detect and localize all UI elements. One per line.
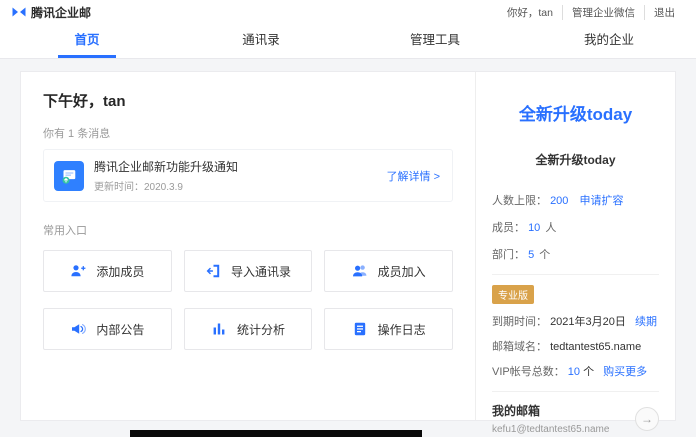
stat-value: 5: [528, 249, 534, 261]
exmail-logo-icon: [12, 6, 26, 18]
notice-updated: 更新时间：2020.3.9: [94, 178, 238, 193]
mailbox-text-block: 我的邮箱 kefu1@tedtantest65.name: [492, 402, 629, 435]
plan-value: 10: [568, 366, 580, 378]
plan-badge: 专业版: [492, 285, 534, 304]
shortcut-import-contacts[interactable]: 导入通讯录: [184, 250, 313, 292]
stat-value: 10: [528, 222, 540, 234]
divider: [492, 274, 659, 275]
tab-my-company[interactable]: 我的企业: [522, 24, 696, 58]
notice-title: 腾讯企业邮新功能升级通知: [94, 158, 238, 175]
right-arrow-icon: →: [641, 412, 653, 426]
stat-suffix: 个: [539, 249, 550, 261]
buy-more-link[interactable]: 购买更多: [603, 366, 647, 378]
plan-value: 2021年3月20日: [550, 316, 626, 328]
topbar-links: 你好，tan 管理企业微信 退出: [498, 5, 684, 20]
stat-suffix: 人: [545, 222, 556, 234]
plan-label: VIP帐号总数：: [492, 366, 565, 378]
import-contacts-icon: [205, 263, 221, 279]
tab-home[interactable]: 首页: [0, 24, 174, 58]
member-join-icon: [352, 263, 368, 279]
tab-admin-tools[interactable]: 管理工具: [348, 24, 522, 58]
notice-details-link[interactable]: 了解详情 >: [387, 168, 440, 184]
plan-vip-count: VIP帐号总数： 10 个 购买更多: [492, 363, 659, 379]
shortcut-label: 成员加入: [378, 263, 426, 280]
upgrade-notice-row: 腾讯企业邮新功能升级通知 更新时间：2020.3.9 了解详情 >: [43, 149, 453, 202]
tab-contacts[interactable]: 通讯录: [174, 24, 348, 58]
stat-value: 200: [550, 195, 568, 207]
shortcut-grid: 添加成员 导入通讯录: [43, 250, 453, 350]
main-nav: 首页 通讯录 管理工具 我的企业: [0, 24, 696, 59]
plan-domain: 邮箱域名： tedtantest65.name: [492, 338, 659, 354]
upgrade-notice-icon: [54, 161, 84, 191]
shortcut-label: 操作日志: [378, 321, 426, 338]
announcement-icon: [70, 321, 86, 337]
operation-log-icon: [352, 321, 368, 337]
shortcut-label: 添加成员: [96, 263, 144, 280]
stat-label: 部门：: [492, 249, 525, 261]
add-member-icon: [70, 263, 86, 279]
right-sidebar: 全新升级today 全新升级today 人数上限： 200 申请扩容 成员： 1…: [475, 72, 675, 420]
shortcut-announcement[interactable]: 内部公告: [43, 308, 172, 350]
content-area: 下午好，tan 你有 1 条消息 腾讯企业邮新功能升级通知 更新时间：2020.…: [0, 59, 696, 437]
app-logo[interactable]: 腾讯企业邮: [12, 4, 91, 21]
message-count-text: 你有 1 条消息: [43, 125, 453, 141]
go-to-mailbox-button[interactable]: →: [635, 407, 659, 431]
shortcut-statistics[interactable]: 统计分析: [184, 308, 313, 350]
shortcut-operation-log[interactable]: 操作日志: [324, 308, 453, 350]
expand-capacity-link[interactable]: 申请扩容: [579, 195, 623, 207]
logout-link[interactable]: 退出: [644, 5, 684, 20]
shortcut-member-join[interactable]: 成员加入: [324, 250, 453, 292]
stat-departments: 部门： 5 个: [492, 246, 659, 262]
renew-link[interactable]: 续期: [635, 316, 657, 328]
plan-label: 到期时间：: [492, 316, 547, 328]
taskbar-fragment: [130, 430, 422, 437]
plan-label: 邮箱域名：: [492, 341, 547, 353]
stat-member-limit: 人数上限： 200 申请扩容: [492, 192, 659, 208]
promo-subtitle: 全新升级today: [492, 151, 659, 168]
main-card: 下午好，tan 你有 1 条消息 腾讯企业邮新功能升级通知 更新时间：2020.…: [20, 71, 676, 421]
page-greeting: 下午好，tan: [43, 90, 453, 111]
stat-members: 成员： 10 人: [492, 219, 659, 235]
shortcuts-section-title: 常用入口: [43, 222, 453, 238]
mailbox-title: 我的邮箱: [492, 402, 629, 419]
plan-value: tedtantest65.name: [550, 341, 641, 353]
plan-expiry: 到期时间： 2021年3月20日 续期: [492, 313, 659, 329]
plan-suffix: 个: [583, 366, 594, 378]
manage-wechat-link[interactable]: 管理企业微信: [562, 5, 644, 20]
mailbox-email: kefu1@tedtantest65.name: [492, 424, 629, 435]
stat-label: 人数上限：: [492, 195, 547, 207]
divider: [492, 391, 659, 392]
my-mailbox-row: 我的邮箱 kefu1@tedtantest65.name →: [492, 402, 659, 435]
promo-title: 全新升级today: [492, 100, 659, 125]
user-greeting-link[interactable]: 你好，tan: [498, 5, 562, 20]
left-panel: 下午好，tan 你有 1 条消息 腾讯企业邮新功能升级通知 更新时间：2020.…: [21, 72, 475, 420]
shortcut-add-member[interactable]: 添加成员: [43, 250, 172, 292]
shortcut-label: 内部公告: [96, 321, 144, 338]
shortcut-label: 导入通讯录: [231, 263, 291, 280]
stat-label: 成员：: [492, 222, 525, 234]
topbar: 腾讯企业邮 你好，tan 管理企业微信 退出: [0, 0, 696, 24]
shortcut-label: 统计分析: [237, 321, 285, 338]
notice-text-block: 腾讯企业邮新功能升级通知 更新时间：2020.3.9: [94, 158, 238, 193]
app-logo-text: 腾讯企业邮: [31, 4, 91, 21]
statistics-icon: [211, 321, 227, 337]
